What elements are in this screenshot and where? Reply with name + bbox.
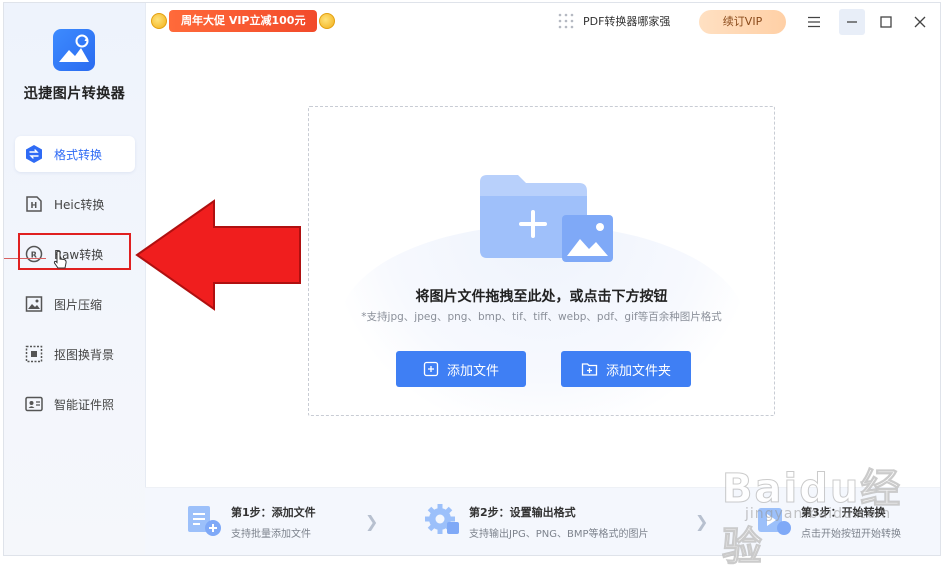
add-folder-illustration-icon xyxy=(480,175,613,262)
close-icon xyxy=(914,16,926,28)
pdf-link-label: PDF转换器哪家强 xyxy=(583,15,671,28)
add-file-label: 添加文件 xyxy=(446,363,499,379)
chevron-right-icon: ❯ xyxy=(695,512,709,531)
hand-cursor-icon xyxy=(53,250,67,269)
minimize-button[interactable] xyxy=(839,9,865,35)
swap-icon xyxy=(23,143,45,165)
minimize-icon xyxy=(847,21,857,23)
add-folder-button[interactable]: 添加文件夹 xyxy=(561,351,691,387)
baidu-watermark-url: jingyan.baidu.com xyxy=(745,506,892,522)
promo-text: 周年大促 VIP立减100元 xyxy=(169,10,318,32)
step-1: 第1步：添加文件 支持批量添加文件 xyxy=(185,500,316,540)
step-desc: 支持批量添加文件 xyxy=(231,529,311,540)
add-folder-label: 添加文件夹 xyxy=(605,363,671,379)
promo-banner[interactable]: 周年大促 VIP立减100元 xyxy=(151,8,336,34)
drop-zone-subtitle: *支持jpg、jpeg、png、bmp、tif、tiff、webp、pdf、gi… xyxy=(361,311,722,323)
sidebar: 迅捷图片转换器 格式转换 H Heic转换 R Raw转换 图片压缩 抠图换背景… xyxy=(4,3,146,555)
sidebar-item-label: 抠图换背景 xyxy=(54,347,115,362)
drop-zone-title: 将图片文件拖拽至此处，或点击下方按钮 xyxy=(415,289,668,305)
annotation-highlight-box xyxy=(18,233,131,270)
step-2: 第2步：设置输出格式 支持输出JPG、PNG、BMP等格式的图片 xyxy=(423,500,649,540)
step-title: 第2步：设置输出格式 xyxy=(469,506,576,519)
step-desc: 支持输出JPG、PNG、BMP等格式的图片 xyxy=(469,529,649,540)
sidebar-item-label: 智能证件照 xyxy=(54,397,115,412)
add-file-icon xyxy=(423,361,439,377)
add-file-button[interactable]: 添加文件 xyxy=(396,351,526,387)
chevron-right-icon: ❯ xyxy=(365,512,379,531)
app-name: 迅捷图片转换器 xyxy=(23,86,126,102)
settings-step-icon xyxy=(425,504,459,534)
id-photo-icon xyxy=(23,393,45,415)
grid-dots-icon xyxy=(558,13,574,29)
add-file-step-icon xyxy=(188,506,221,536)
sidebar-item-cutout-background[interactable]: 抠图换背景 xyxy=(15,336,135,372)
coin-icon xyxy=(319,13,336,29)
close-button[interactable] xyxy=(907,9,933,35)
sidebar-item-label: 图片压缩 xyxy=(54,297,103,312)
sidebar-item-label: Heic转换 xyxy=(54,197,105,212)
file-drop-zone[interactable]: 将图片文件拖拽至此处，或点击下方按钮 *支持jpg、jpeg、png、bmp、t… xyxy=(308,106,775,416)
sidebar-item-heic-convert[interactable]: H Heic转换 xyxy=(15,186,135,222)
svg-text:H: H xyxy=(31,201,38,210)
pdf-converter-link[interactable]: PDF转换器哪家强 xyxy=(557,12,670,30)
hamburger-icon xyxy=(808,16,820,28)
sidebar-item-label: 格式转换 xyxy=(54,147,103,162)
image-compress-icon xyxy=(23,293,45,315)
heic-icon: H xyxy=(23,193,45,215)
annotation-arrow-icon xyxy=(135,199,301,311)
coin-icon xyxy=(151,13,167,29)
add-folder-icon xyxy=(581,363,598,376)
app-logo xyxy=(53,29,95,71)
step-title: 第1步：添加文件 xyxy=(231,506,316,519)
sidebar-item-format-convert[interactable]: 格式转换 xyxy=(15,136,135,172)
maximize-icon xyxy=(880,16,892,28)
renew-vip-button[interactable]: 续订VIP xyxy=(699,10,786,34)
maximize-button[interactable] xyxy=(873,9,899,35)
cutout-icon xyxy=(23,343,45,365)
sidebar-item-image-compress[interactable]: 图片压缩 xyxy=(15,286,135,322)
app-logo-icon xyxy=(59,34,89,62)
sidebar-item-id-photo[interactable]: 智能证件照 xyxy=(15,386,135,422)
menu-button[interactable] xyxy=(801,9,827,35)
